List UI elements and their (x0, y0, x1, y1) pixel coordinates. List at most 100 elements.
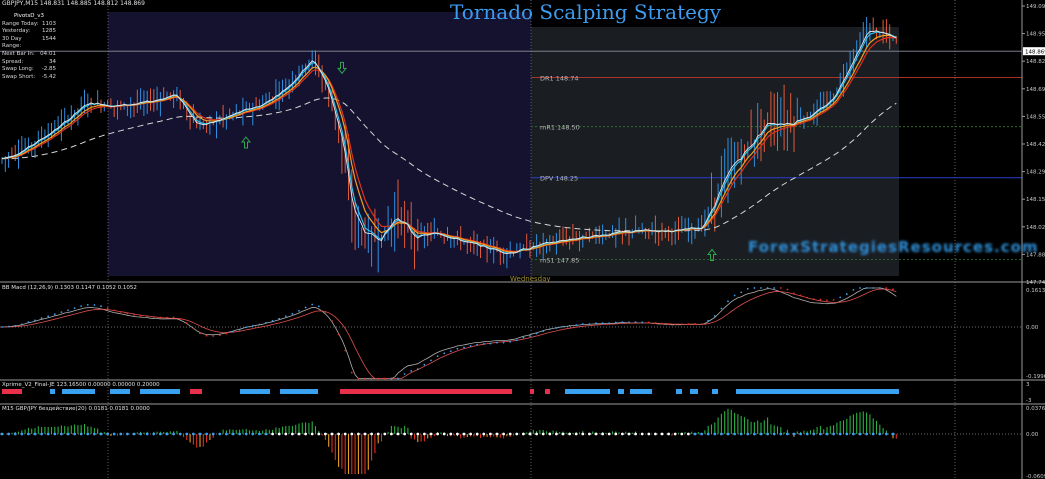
histogram-dot (786, 432, 789, 436)
axis-tick-label: 148.820 (1026, 59, 1045, 65)
macd-dot (86, 303, 89, 306)
macd-dot (284, 315, 287, 318)
histogram-dot (284, 432, 288, 436)
macd-dot (423, 363, 426, 366)
macd-dot (647, 321, 650, 324)
xprime-axis-label: 3 (1026, 382, 1030, 388)
macd-dot (786, 288, 789, 291)
histogram-dot (588, 432, 591, 436)
macd-dot (119, 311, 122, 313)
macd-dot (733, 294, 736, 297)
macd-dot (265, 321, 267, 324)
histogram-dot (858, 432, 862, 436)
histogram-dot (357, 432, 360, 436)
histogram-dot (60, 432, 63, 436)
macd-dot (337, 333, 340, 336)
session-box-previous (108, 12, 531, 276)
macd-dot (113, 309, 116, 312)
macd-dot (397, 377, 399, 380)
histogram-axis-label: 0.0376 (1026, 406, 1045, 412)
histogram-dot (601, 432, 604, 436)
histogram-dot (528, 432, 532, 436)
histogram-dot (548, 432, 552, 436)
histogram-dot (878, 432, 882, 436)
xprime-bar (676, 389, 682, 394)
histogram-dot (317, 432, 321, 436)
pivot-label-mS1: mS1 147.85 (540, 257, 579, 265)
histogram-dot (198, 432, 202, 436)
histogram-dot (159, 432, 162, 436)
macd-dot (7, 325, 10, 328)
macd-dot (93, 304, 96, 306)
macd-dot (476, 343, 479, 346)
macd-dot (34, 319, 36, 322)
macd-dot (680, 323, 683, 326)
histogram-dot (238, 432, 242, 436)
pivot-row-label: Range Today: (2, 20, 39, 27)
xprime-bar (190, 389, 202, 394)
histogram-dot (93, 432, 96, 436)
histogram-dot (865, 432, 868, 436)
macd-axis-label: 0.00 (1026, 325, 1039, 331)
macd-dot (377, 377, 380, 380)
histogram-dot (660, 432, 664, 436)
macd-label: BB Macd (12,26,9) 0.1303 0.1147 0.1052 0… (2, 285, 137, 291)
xprime-bar (280, 389, 318, 394)
histogram-dot (449, 432, 453, 436)
histogram-dot (687, 432, 690, 436)
macd-dot (885, 287, 888, 289)
macd-dot (416, 368, 419, 371)
macd-dot (687, 323, 690, 325)
histogram-dot (13, 432, 17, 436)
histogram-dot (733, 432, 736, 436)
macd-dot (436, 355, 439, 358)
axis-tick-label: 149.090 (1026, 4, 1045, 10)
macd-dot (859, 287, 861, 289)
histogram-dot (825, 432, 829, 436)
pivot-row-value: 04:01 (40, 50, 56, 57)
macd-dot (27, 321, 30, 324)
pivot-label-DPV: DPV 148.25 (540, 175, 578, 183)
xprime-axis-label: -3 (1026, 398, 1032, 404)
histogram-dot (324, 432, 327, 436)
macd-dot (232, 330, 234, 333)
histogram-dot (0, 432, 4, 436)
histogram-dot (634, 432, 637, 436)
xprime-bar (62, 389, 95, 394)
histogram-dot (805, 432, 809, 436)
macd-dot (67, 309, 69, 312)
macd-dot (482, 343, 485, 345)
histogram-dot (654, 432, 657, 436)
macd-dot (542, 330, 545, 333)
histogram-dot (607, 432, 611, 436)
histogram-dot (772, 432, 776, 436)
xprime-bar (690, 389, 698, 394)
macd-dot (892, 288, 894, 291)
xprime-bar (545, 389, 550, 394)
histogram-axis-label: -0.0609 (1026, 474, 1045, 479)
macd-dot (449, 350, 452, 353)
macd-dot (185, 322, 188, 324)
macd-dot (370, 377, 373, 380)
histogram-dot (779, 432, 783, 436)
histogram-dot (178, 432, 182, 436)
xprime-bar (712, 389, 718, 394)
pivot-label-mR1: mR1 148.50 (540, 124, 580, 132)
axis-tick-label: 148.020 (1026, 225, 1045, 231)
pivot-label-DR1: DR1 148.74 (540, 75, 578, 83)
macd-dot (456, 347, 459, 350)
histogram-dot (891, 432, 895, 436)
macd-dot (192, 327, 195, 330)
macd-dot (152, 316, 155, 319)
histogram-dot (376, 432, 380, 436)
histogram-dot (211, 432, 215, 436)
histogram-dot (647, 432, 651, 436)
histogram-dot (535, 432, 538, 436)
macd-dot (760, 287, 762, 289)
macd-dot (740, 291, 743, 294)
macd-dot (317, 305, 320, 308)
pivot-row-label: Swap Short: (2, 73, 36, 80)
xprime-bars (2, 389, 899, 394)
histogram-dot (231, 432, 235, 436)
macd-dot (469, 345, 472, 347)
